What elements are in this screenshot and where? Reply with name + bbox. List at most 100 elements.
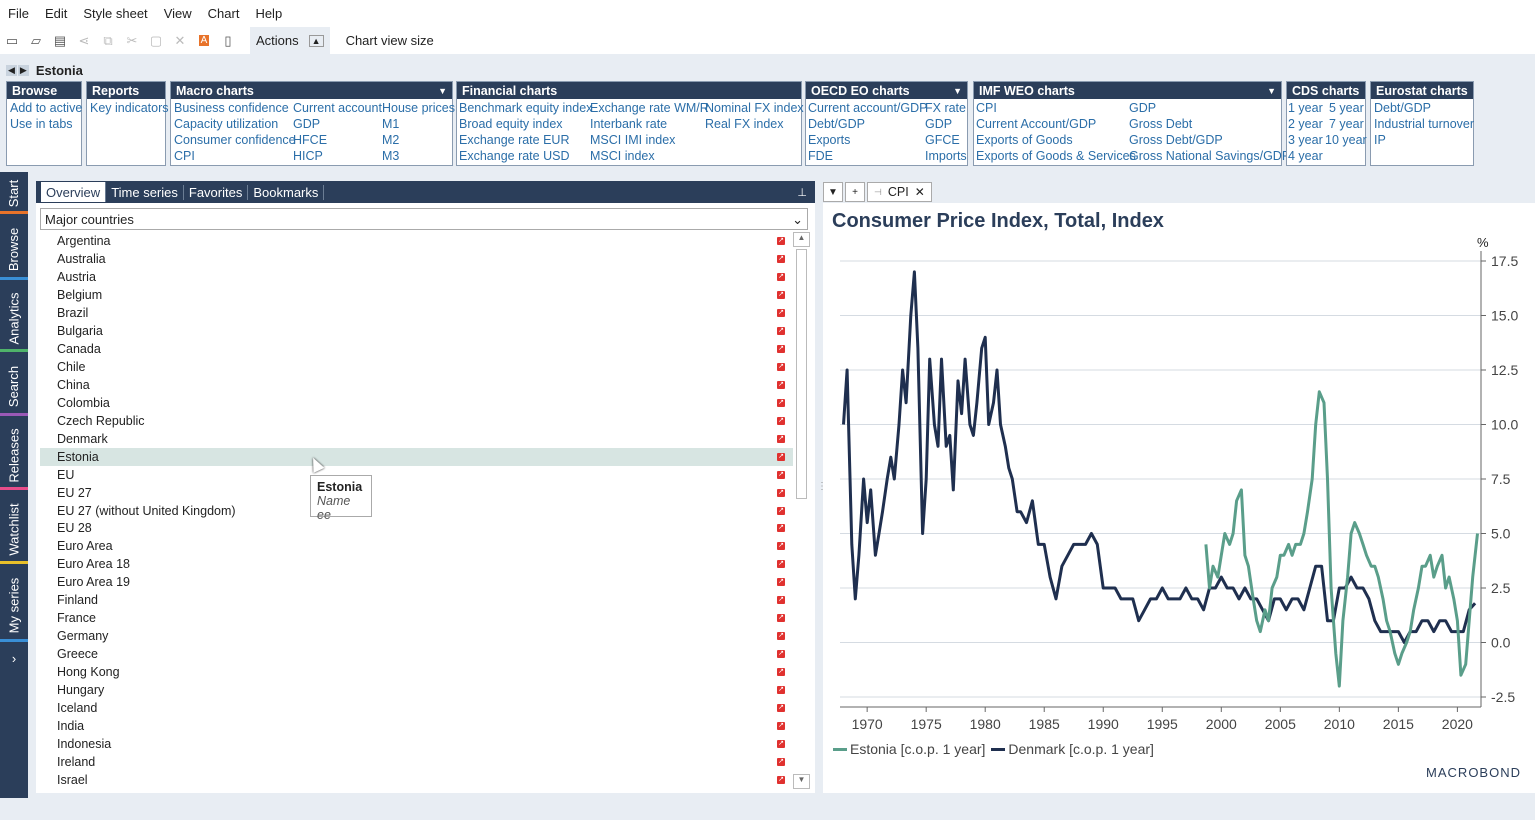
macro-link[interactable]: HFCE (293, 133, 327, 147)
close-icon[interactable]: ✕ (915, 185, 925, 199)
oecd-link[interactable]: FDE (808, 149, 833, 163)
paste-icon[interactable]: ▢ (144, 29, 168, 53)
add-to-active-link[interactable]: Add to active (10, 101, 82, 115)
cds-link[interactable]: 5 year (1329, 101, 1364, 115)
country-list-item[interactable]: Euro Area 19 ↗ (40, 573, 793, 591)
country-list-item[interactable]: Euro Area ↗ (40, 537, 793, 555)
list-scrollbar[interactable]: ▲ ▼ (793, 232, 810, 789)
open-link-icon[interactable]: ↗ (777, 344, 785, 353)
forward-arrow-icon[interactable]: ▶ (17, 64, 29, 76)
cds-link[interactable]: 1 year (1288, 101, 1323, 115)
financial-link[interactable]: Broad equity index (459, 117, 563, 131)
macro-link[interactable]: HICP (293, 149, 323, 163)
oecd-link[interactable]: GDP (925, 117, 952, 131)
actions-button[interactable]: Actions ▲ (250, 27, 330, 54)
country-list-item[interactable]: Colombia ↗ (40, 394, 793, 412)
menu-chart[interactable]: Chart (200, 6, 248, 21)
imf-link[interactable]: CPI (976, 101, 997, 115)
dropdown-arrow-icon[interactable]: ▼ (953, 86, 962, 96)
open-folder-icon[interactable]: ▱ (24, 29, 48, 53)
menu-style-sheet[interactable]: Style sheet (75, 6, 155, 21)
side-tab-browse[interactable]: Browse (0, 218, 28, 280)
menu-edit[interactable]: Edit (37, 6, 75, 21)
menu-help[interactable]: Help (247, 6, 290, 21)
country-list-item[interactable]: Euro Area 18 ↗ (40, 555, 793, 573)
imf-link[interactable]: Exports of Goods & Services (976, 149, 1136, 163)
open-link-icon[interactable]: ↗ (777, 470, 785, 479)
pin-icon[interactable]: ⊣ (874, 187, 882, 198)
country-list-item[interactable]: Hungary ↗ (40, 681, 793, 699)
imf-link[interactable]: Current Account/GDP (976, 117, 1096, 131)
country-list-item[interactable]: Iceland ↗ (40, 699, 793, 717)
dropdown-arrow-icon[interactable]: ▼ (438, 86, 447, 96)
side-tab-analytics[interactable]: Analytics (0, 284, 28, 352)
macro-link[interactable]: Current account (293, 101, 382, 115)
country-list-item[interactable]: Hong Kong ↗ (40, 663, 793, 681)
imf-link[interactable]: Gross Debt/GDP (1129, 133, 1223, 147)
country-list-item[interactable]: EU 27 ↗ (40, 484, 793, 502)
imf-link[interactable]: Gross National Savings/GDP (1129, 149, 1290, 163)
country-list-item[interactable]: EU 27 (without United Kingdom) ↗ (40, 502, 793, 520)
eurostat-link[interactable]: IP (1374, 133, 1386, 147)
imf-link[interactable]: GDP (1129, 101, 1156, 115)
open-link-icon[interactable]: ↗ (777, 542, 785, 551)
country-list-item[interactable]: Canada ↗ (40, 340, 793, 358)
tab-favorites[interactable]: Favorites (184, 184, 249, 200)
macro-link[interactable]: House prices (382, 101, 455, 115)
open-link-icon[interactable]: ↗ (777, 488, 785, 497)
financial-link[interactable]: Benchmark equity index (459, 101, 592, 115)
share-icon[interactable]: ⋖ (72, 29, 96, 53)
country-list-item[interactable]: Belgium ↗ (40, 286, 793, 304)
side-tab-start[interactable]: Start (0, 172, 28, 214)
scroll-thumb[interactable] (796, 249, 807, 499)
cds-link[interactable]: 2 year (1288, 117, 1323, 131)
open-link-icon[interactable]: ↗ (777, 308, 785, 317)
tab-cpi[interactable]: ⊣ CPI ✕ (867, 182, 932, 202)
macro-link[interactable]: GDP (293, 117, 320, 131)
oecd-link[interactable]: Current account/GDP (808, 101, 928, 115)
scroll-down-icon[interactable]: ▼ (793, 774, 810, 789)
open-link-icon[interactable]: ↗ (777, 362, 785, 371)
open-link-icon[interactable]: ↗ (777, 452, 785, 461)
country-list-item[interactable]: Greece ↗ (40, 645, 793, 663)
delete-icon[interactable]: ✕ (168, 29, 192, 53)
open-link-icon[interactable]: ↗ (777, 740, 785, 749)
chart-view-size-button[interactable]: Chart view size (346, 33, 434, 48)
highlight-icon[interactable]: A (192, 29, 216, 53)
open-link-icon[interactable]: ↗ (777, 380, 785, 389)
open-link-icon[interactable]: ↗ (777, 326, 785, 335)
scroll-up-icon[interactable]: ▲ (793, 232, 810, 247)
open-link-icon[interactable]: ↗ (777, 506, 785, 515)
device-icon[interactable]: ▯ (216, 29, 240, 53)
open-link-icon[interactable]: ↗ (777, 272, 785, 281)
macro-link[interactable]: M2 (382, 133, 399, 147)
expand-chevron-icon[interactable]: › (0, 646, 28, 670)
country-list-item[interactable]: Chile ↗ (40, 358, 793, 376)
macro-link[interactable]: M3 (382, 149, 399, 163)
open-link-icon[interactable]: ↗ (777, 254, 785, 263)
country-list-item[interactable]: Israel ↗ (40, 771, 793, 789)
menu-view[interactable]: View (156, 6, 200, 21)
oecd-link[interactable]: Imports (925, 149, 967, 163)
open-link-icon[interactable]: ↗ (777, 686, 785, 695)
open-link-icon[interactable]: ↗ (777, 236, 785, 245)
country-list-item[interactable]: India ↗ (40, 717, 793, 735)
macro-link[interactable]: Consumer confidence (174, 133, 296, 147)
cds-link[interactable]: 4 year (1288, 149, 1323, 163)
back-arrow-icon[interactable]: ◀ (6, 64, 17, 76)
oecd-link[interactable]: FX rate (925, 101, 966, 115)
open-link-icon[interactable]: ↗ (777, 632, 785, 641)
pin-icon[interactable]: ⊥ (797, 186, 807, 199)
open-link-icon[interactable]: ↗ (777, 434, 785, 443)
financial-link[interactable]: Nominal FX index (705, 101, 804, 115)
side-tab-my-series[interactable]: My series (0, 568, 28, 642)
financial-link[interactable]: Exchange rate WM/R (590, 101, 709, 115)
tab-overview[interactable]: Overview (41, 182, 107, 202)
open-link-icon[interactable]: ↗ (777, 560, 785, 569)
country-list-item[interactable]: Australia ↗ (40, 250, 793, 268)
country-list-item[interactable]: China ↗ (40, 376, 793, 394)
cut-icon[interactable]: ✂ (120, 29, 144, 53)
open-link-icon[interactable]: ↗ (777, 668, 785, 677)
oecd-link[interactable]: Exports (808, 133, 850, 147)
country-list-item[interactable]: Finland ↗ (40, 591, 793, 609)
